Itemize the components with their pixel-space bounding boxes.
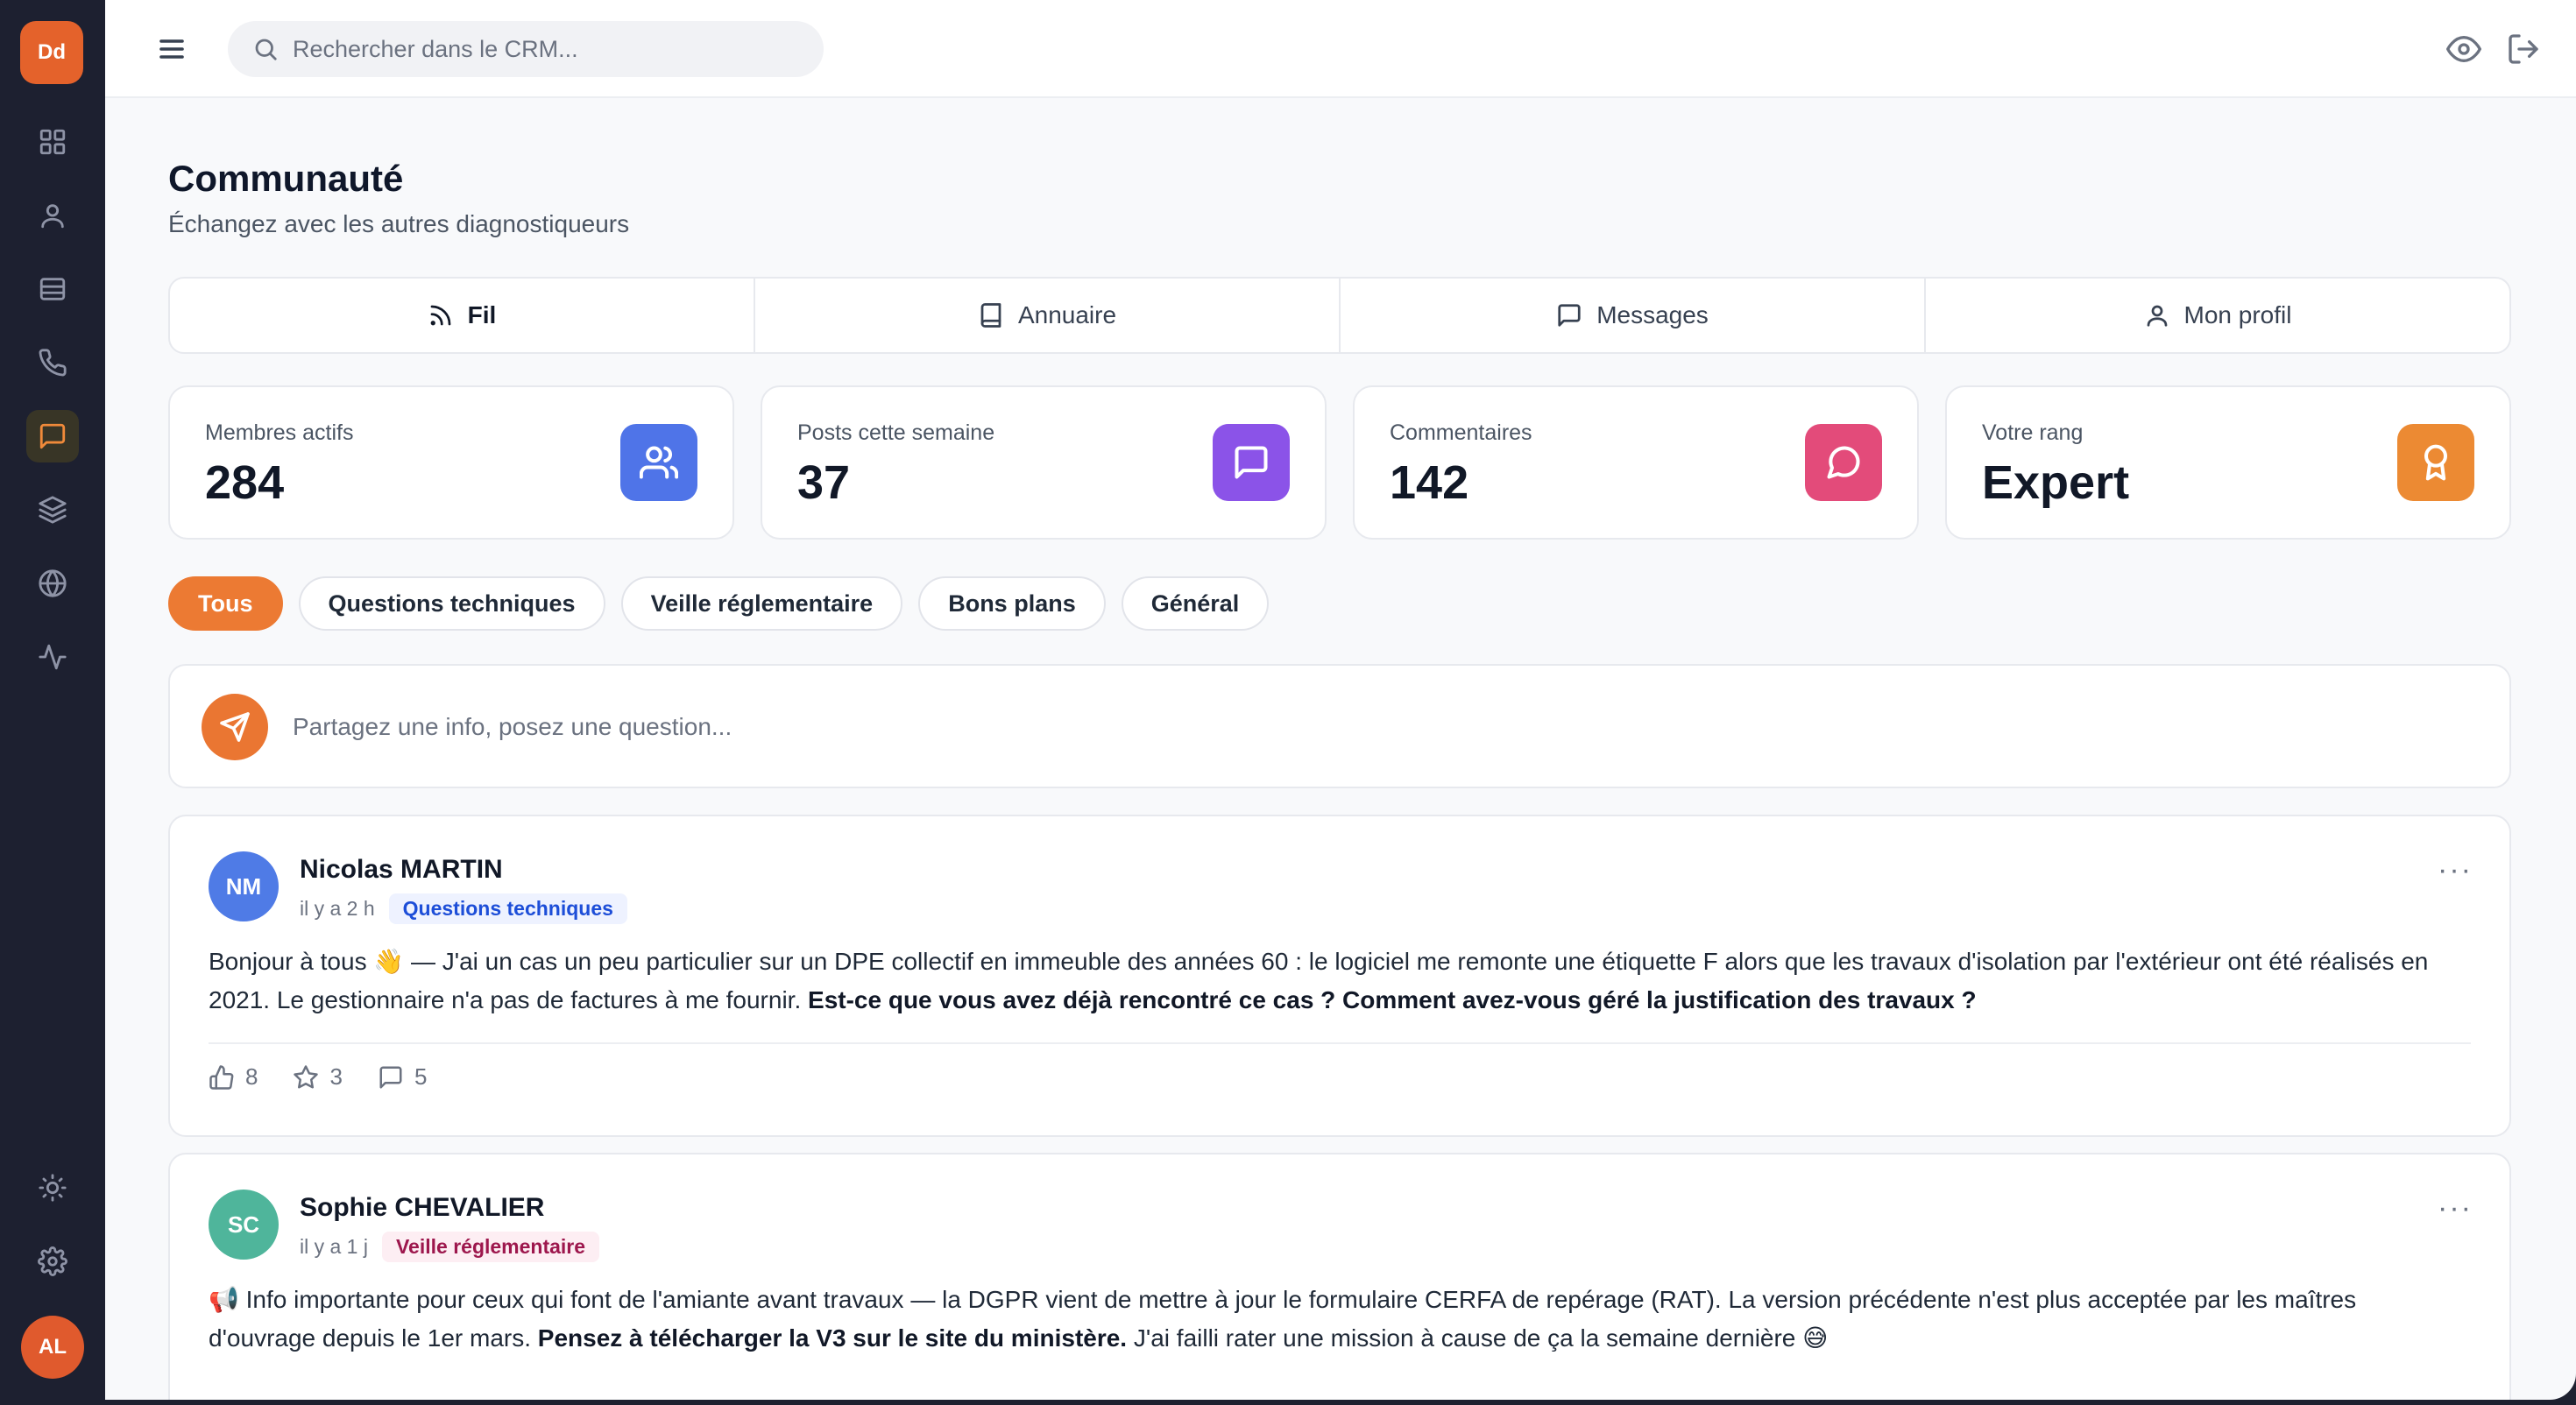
stat-label: Votre rang	[1982, 420, 2084, 445]
stat-value: 142	[1390, 456, 1469, 509]
rss-icon	[430, 305, 451, 326]
star-icon	[294, 1064, 319, 1088]
search-input[interactable]	[293, 35, 783, 63]
avatar[interactable]: SC	[209, 1190, 279, 1260]
tab-label: Fil	[467, 301, 497, 328]
app-window: Dd AL Rechercher dans le CRM... Communau…	[0, 0, 2576, 1400]
grid-icon[interactable]	[26, 116, 79, 168]
thumbs-up-icon	[209, 1064, 234, 1090]
logout-icon[interactable]	[2506, 32, 2541, 67]
filter-chip-questions[interactable]: Questions techniques	[298, 576, 605, 631]
stat-card-comments: Commentaires 142	[1353, 385, 1919, 540]
page-title: Communauté	[168, 158, 404, 199]
card-icon[interactable]	[26, 263, 79, 315]
search-bar[interactable]	[228, 21, 824, 77]
user-avatar[interactable]: AL	[21, 1316, 84, 1379]
post-author[interactable]: Nicolas MARTIN	[300, 855, 503, 885]
message-icon	[1558, 304, 1581, 327]
tab-label: Annuaire	[1017, 301, 1117, 328]
stat-label: Posts cette semaine	[797, 420, 995, 445]
like-count: 8	[245, 1063, 258, 1090]
phone-icon[interactable]	[26, 336, 79, 389]
post-body: 📢 Info importante pour ceux qui font de …	[209, 1281, 2469, 1358]
user-icon	[2147, 305, 2167, 327]
filter-chips: Tous Questions techniques Veille régleme…	[168, 576, 1270, 631]
stat-card-rank: Votre rang Expert	[1945, 385, 2511, 540]
tab-mon-profil[interactable]: Mon profil	[1926, 279, 2509, 352]
stat-value: 284	[205, 456, 285, 509]
activity-icon[interactable]	[26, 631, 79, 683]
page-subtitle: Échangez avec les autres diagnostiqueurs	[168, 210, 630, 237]
stat-card-posts: Posts cette semaine 37	[761, 385, 1327, 540]
message-square-icon	[1213, 424, 1290, 501]
tab-bar: Fil Annuaire Messages Mon profil	[168, 277, 2511, 354]
composer-input[interactable]	[293, 706, 2396, 748]
favorite-count: 3	[329, 1063, 343, 1090]
stat-value: Expert	[1982, 456, 2130, 509]
post-meta: il y a 2 h Questions techniques	[300, 893, 627, 924]
message-icon[interactable]	[26, 410, 79, 462]
post-highlight: Est-ce que vous avez déjà rencontré ce c…	[808, 986, 1977, 1013]
stat-card-members: Membres actifs 284	[168, 385, 734, 540]
comment-button[interactable]: 5	[378, 1063, 427, 1091]
send-icon[interactable]	[202, 694, 268, 760]
search-icon	[255, 39, 277, 60]
tab-fil[interactable]: Fil	[170, 279, 755, 352]
app-logo[interactable]: Dd	[20, 21, 83, 84]
comment-count: 5	[414, 1063, 428, 1090]
stat-value: 37	[797, 456, 851, 509]
post-meta: il y a 1 j Veille réglementaire	[300, 1232, 600, 1262]
post-time: il y a 2 h	[300, 897, 375, 920]
more-options-icon[interactable]: ···	[2438, 1191, 2473, 1225]
avatar[interactable]: NM	[209, 851, 279, 921]
tab-messages[interactable]: Messages	[1341, 279, 1926, 352]
post-tag[interactable]: Questions techniques	[388, 893, 627, 924]
award-icon	[2397, 424, 2474, 501]
stat-label: Membres actifs	[205, 420, 354, 445]
post-time: il y a 1 j	[300, 1235, 368, 1258]
menu-icon[interactable]	[156, 33, 188, 65]
divider	[209, 1042, 2471, 1044]
filter-chip-tous[interactable]: Tous	[168, 576, 283, 631]
sidebar: Dd AL	[0, 0, 105, 1400]
favorite-button[interactable]: 3	[293, 1063, 343, 1091]
tab-label: Mon profil	[2183, 301, 2292, 328]
filter-chip-veille[interactable]: Veille réglementaire	[620, 576, 903, 631]
post-composer	[168, 664, 2511, 788]
post-highlight: Pensez à télécharger la V3 sur le site d…	[537, 1324, 1128, 1352]
post-card: SC Sophie CHEVALIER il y a 1 j Veille ré…	[168, 1153, 2511, 1400]
users-icon	[620, 424, 697, 501]
post-card: NM Nicolas MARTIN il y a 2 h Questions t…	[168, 815, 2511, 1137]
sun-icon[interactable]	[26, 1161, 79, 1214]
filter-chip-bons-plans[interactable]: Bons plans	[918, 576, 1106, 631]
stat-label: Commentaires	[1390, 420, 1532, 445]
user-icon[interactable]	[26, 189, 79, 242]
tab-label: Messages	[1596, 301, 1709, 328]
stats-row: Membres actifs 284 Posts cette semaine 3…	[168, 385, 2511, 540]
topbar	[105, 0, 2576, 98]
like-button[interactable]: 8	[209, 1063, 258, 1091]
book-icon	[980, 303, 1001, 328]
post-actions: 8 3 5	[209, 1063, 427, 1091]
comment-icon	[379, 1066, 402, 1088]
more-options-icon[interactable]: ···	[2438, 853, 2473, 887]
post-body: Bonjour à tous 👋 — J'ai un cas un peu pa…	[209, 943, 2469, 1020]
post-tag[interactable]: Veille réglementaire	[381, 1232, 600, 1262]
filter-chip-general[interactable]: Général	[1121, 576, 1270, 631]
gear-icon[interactable]	[26, 1235, 79, 1288]
tab-annuaire[interactable]: Annuaire	[755, 279, 1341, 352]
post-author[interactable]: Sophie CHEVALIER	[300, 1193, 544, 1223]
eye-icon[interactable]	[2446, 32, 2481, 67]
message-circle-icon	[1805, 424, 1882, 501]
globe-icon[interactable]	[26, 557, 79, 610]
layers-icon[interactable]	[26, 484, 79, 536]
post-text-after: J'ai failli rater une mission à cause de…	[1133, 1324, 1829, 1352]
